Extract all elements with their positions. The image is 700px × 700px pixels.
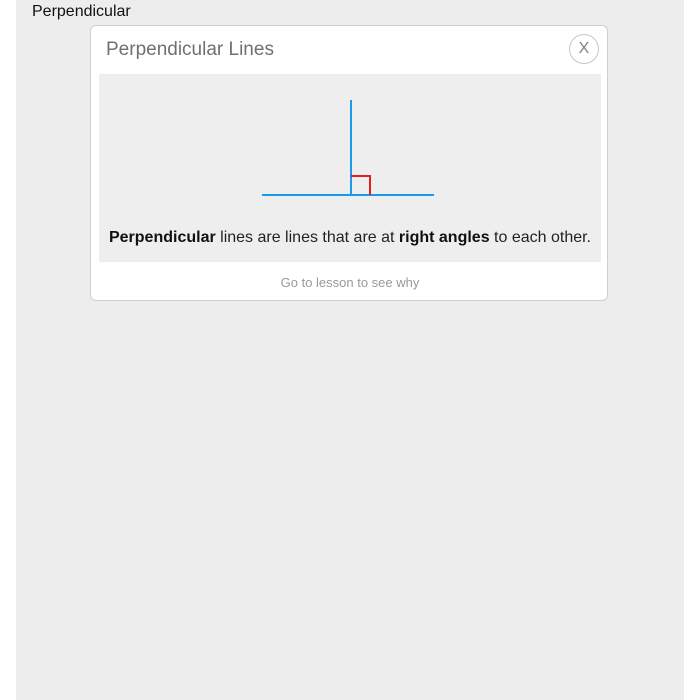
card-title: Perpendicular Lines <box>106 39 274 60</box>
page-heading: Perpendicular <box>32 3 131 20</box>
definition-emphasis: right angles <box>398 229 490 246</box>
popup-card: Perpendicular Lines X Perpendicular line… <box>90 25 608 301</box>
right-angle-marker <box>351 175 371 195</box>
definition-part-1: lines are lines that are at <box>215 229 399 246</box>
lesson-link[interactable]: Go to lesson to see why <box>91 275 609 291</box>
perpendicular-diagram <box>262 100 434 196</box>
definition-term: Perpendicular <box>108 229 216 246</box>
definition-text: Perpendicular lines are lines that are a… <box>99 228 601 248</box>
definition-part-2: to each other. <box>489 229 591 246</box>
page: Perpendicular Perpendicular Lines X Perp… <box>0 0 700 700</box>
illustration-area: Perpendicular lines are lines that are a… <box>99 74 601 262</box>
close-button[interactable]: X <box>569 34 599 64</box>
